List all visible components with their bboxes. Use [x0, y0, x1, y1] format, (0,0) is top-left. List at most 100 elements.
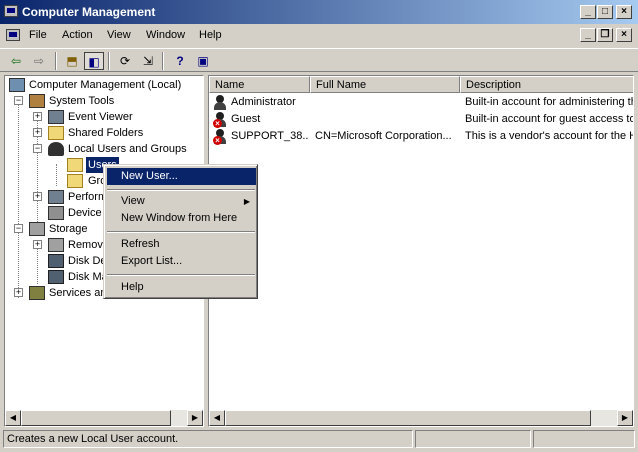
disabled-account-icon: × — [213, 119, 222, 128]
tree-item-label: Storage — [49, 223, 88, 235]
status-bar: Creates a new Local User account. — [0, 430, 638, 450]
context-menu-export-list[interactable]: Export List... — [107, 253, 256, 270]
menu-separator — [107, 189, 255, 191]
export-list-icon[interactable]: ⇲ — [138, 52, 158, 70]
help-properties-icon[interactable]: ? — [170, 52, 190, 70]
close-button[interactable]: × — [616, 5, 632, 19]
toolbar-separator — [108, 52, 110, 70]
show-hide-tree-icon[interactable]: ◧ — [84, 52, 104, 70]
menu-separator — [107, 231, 255, 233]
user-name: Guest — [231, 113, 261, 125]
refresh-icon[interactable]: ⟳ — [115, 52, 135, 70]
mdi-close-button[interactable]: × — [616, 28, 632, 42]
toolbar-separator — [55, 52, 57, 70]
tree-item-label: Event Viewer — [68, 111, 133, 123]
column-header-name[interactable]: Name — [209, 76, 310, 93]
list-horizontal-scrollbar[interactable]: ◀ ▶ — [209, 410, 633, 426]
scroll-right-icon[interactable]: ▶ — [187, 410, 203, 426]
defragmenter-icon — [48, 254, 64, 268]
tree-item-label: Computer Management (Local) — [29, 79, 182, 91]
menu-window[interactable]: Window — [146, 29, 185, 41]
scroll-thumb[interactable] — [225, 410, 591, 426]
collapse-icon[interactable]: − — [14, 96, 23, 105]
column-header-description[interactable]: Description — [460, 76, 633, 93]
scroll-left-icon[interactable]: ◀ — [5, 410, 21, 426]
scroll-right-icon[interactable]: ▶ — [617, 410, 633, 426]
user-description: Built-in account for guest access to the… — [465, 113, 633, 125]
tree-item-label: Shared Folders — [68, 127, 144, 139]
computer-icon — [9, 78, 25, 92]
back-icon[interactable]: ⇦ — [6, 52, 26, 70]
context-menu-new-window[interactable]: New Window from Here — [107, 210, 256, 227]
toolbar-separator — [162, 52, 164, 70]
expand-icon[interactable]: + — [33, 112, 42, 121]
collapse-icon[interactable]: − — [14, 224, 23, 233]
context-menu-view[interactable]: View ▶ — [107, 193, 256, 210]
computer-management-icon — [4, 5, 18, 17]
context-menu-refresh[interactable]: Refresh — [107, 236, 256, 253]
event-viewer-icon — [48, 110, 64, 124]
forward-icon[interactable]: ⇨ — [29, 52, 49, 70]
shared-folders-icon — [48, 126, 64, 140]
system-tools-icon — [29, 94, 45, 108]
tree-item-system-tools[interactable]: − System Tools — [5, 93, 185, 109]
disk-management-icon — [48, 270, 64, 284]
expand-icon[interactable]: + — [33, 240, 42, 249]
folder-icon — [67, 174, 83, 188]
mmc-icon[interactable]: ▣ — [193, 52, 213, 70]
menu-item-label: View — [121, 195, 145, 207]
status-panel — [415, 430, 531, 448]
tree-item-event-viewer[interactable]: + Event Viewer — [5, 109, 185, 125]
list-item-administrator[interactable]: Administrator Built-in account for admin… — [209, 94, 633, 111]
menu-separator — [107, 274, 255, 276]
storage-icon — [29, 222, 45, 236]
toolbar: ⇦ ⇨ ⬒ ◧ ⟳ ⇲ ? ▣ — [0, 48, 638, 72]
expand-icon[interactable]: + — [33, 128, 42, 137]
user-icon: × — [213, 112, 227, 128]
submenu-arrow-icon: ▶ — [243, 197, 250, 206]
tree-item-shared-folders[interactable]: + Shared Folders — [5, 125, 185, 141]
menu-view[interactable]: View — [107, 29, 131, 41]
user-icon — [213, 95, 227, 110]
minimize-button[interactable]: _ — [580, 5, 596, 19]
context-menu-help[interactable]: Help — [107, 279, 256, 296]
user-name: SUPPORT_38... — [231, 130, 309, 142]
expand-icon[interactable]: + — [14, 288, 23, 297]
list-item-guest[interactable]: × Guest Built-in account for guest acces… — [209, 111, 633, 128]
expand-icon[interactable]: + — [33, 192, 42, 201]
mdi-restore-button[interactable]: ❐ — [597, 28, 613, 42]
menu-item-label: Help — [121, 281, 144, 293]
scroll-thumb[interactable] — [21, 410, 171, 426]
device-manager-icon — [48, 206, 64, 220]
list-pane[interactable]: Name Full Name Description Administrator… — [208, 75, 634, 427]
performance-icon — [48, 190, 64, 204]
column-header-full-name[interactable]: Full Name — [310, 76, 460, 93]
user-full-name: CN=Microsoft Corporation... — [315, 130, 452, 142]
users-groups-icon — [48, 142, 64, 156]
menu-help[interactable]: Help — [199, 29, 222, 41]
menu-item-label: New Window from Here — [121, 212, 238, 224]
menu-action[interactable]: Action — [62, 29, 93, 41]
document-menu-icon[interactable] — [6, 29, 20, 41]
window-title: Computer Management — [22, 5, 156, 19]
status-text: Creates a new Local User account. — [3, 430, 413, 448]
user-name: Administrator — [231, 96, 296, 108]
services-icon — [29, 286, 45, 300]
menu-file[interactable]: File — [29, 29, 47, 41]
context-menu-new-user[interactable]: New User... — [107, 168, 256, 185]
title-bar[interactable]: Computer Management _ □ × — [0, 0, 638, 24]
mdi-minimize-button[interactable]: _ — [580, 28, 596, 42]
menu-bar: File Action View Window Help _ ❐ × — [0, 25, 638, 47]
collapse-icon[interactable]: − — [33, 144, 42, 153]
maximize-button[interactable]: □ — [597, 5, 613, 19]
context-menu: New User... View ▶ New Window from Here … — [103, 164, 258, 299]
tree-item-local-users-and-groups[interactable]: − Local Users and Groups — [5, 141, 201, 157]
up-folder-icon[interactable]: ⬒ — [62, 52, 82, 70]
scroll-left-icon[interactable]: ◀ — [209, 410, 225, 426]
menu-item-label: Export List... — [121, 255, 183, 267]
tree-horizontal-scrollbar[interactable]: ◀ ▶ — [5, 410, 203, 426]
list-item-support[interactable]: × SUPPORT_38... CN=Microsoft Corporation… — [209, 128, 633, 145]
user-icon: × — [213, 129, 227, 145]
user-description: Built-in account for administering the c… — [465, 96, 633, 108]
folder-icon — [67, 158, 83, 172]
